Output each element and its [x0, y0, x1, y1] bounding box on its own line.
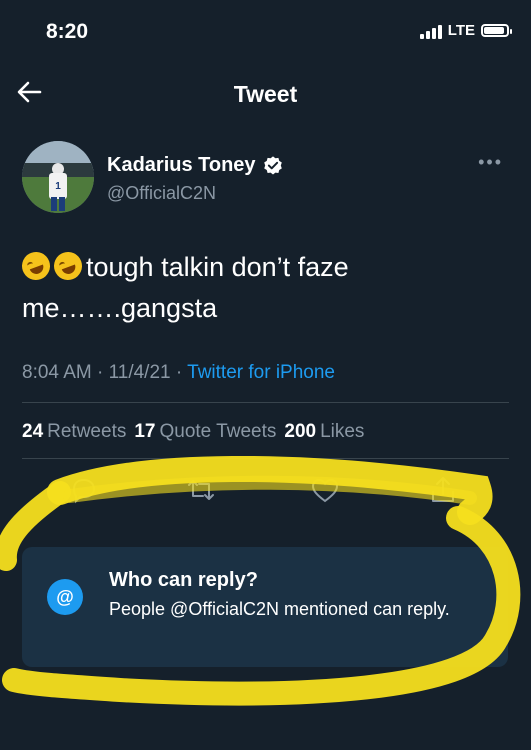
- author-handle[interactable]: @OfficialC2N: [107, 183, 216, 204]
- retweets-count: 24: [22, 421, 44, 442]
- tweet-time[interactable]: 8:04 AM: [22, 362, 92, 383]
- network-label: LTE: [447, 22, 475, 39]
- tweet-action-bar: [22, 470, 509, 510]
- meta-separator: ·: [97, 362, 109, 383]
- svg-text:1: 1: [55, 181, 61, 192]
- battery-icon: [481, 24, 512, 37]
- page-title: Tweet: [233, 81, 298, 107]
- likes-label: Likes: [320, 421, 365, 442]
- quotes-label: Quote Tweets: [159, 421, 277, 442]
- tweet-text: 🤣🤣tough talkin don’t faze me…….gangsta: [18, 247, 492, 329]
- retweet-icon[interactable]: [185, 474, 217, 506]
- emoji-rofl-icon: [50, 248, 86, 284]
- likes-stat[interactable]: 200 Likes: [284, 421, 364, 443]
- at-sign-icon: @: [47, 579, 83, 615]
- who-can-reply-card: @ Who can reply? People @OfficialC2N men…: [22, 547, 508, 667]
- divider: [22, 458, 509, 459]
- author-name[interactable]: Kadarius Toney: [107, 154, 256, 177]
- signal-icon: [419, 23, 442, 39]
- who-can-reply-body: People @OfficialC2N mentioned can reply.: [109, 599, 450, 619]
- meta-separator: ·: [175, 362, 188, 383]
- status-indicators: LTE: [419, 22, 512, 39]
- tweet-meta: 8:04 AM · 11/4/21 · Twitter for iPhone: [22, 362, 335, 384]
- verified-badge-icon: [263, 155, 282, 175]
- status-bar: 8:20 LTE: [0, 0, 531, 62]
- nav-bar: Tweet: [0, 62, 531, 126]
- ellipsis-icon[interactable]: •••: [478, 152, 503, 173]
- reply-icon[interactable]: [68, 474, 100, 506]
- avatar[interactable]: 1: [22, 141, 94, 213]
- retweets-stat[interactable]: 24 Retweets: [22, 421, 126, 443]
- emoji-rofl-icon: [18, 248, 54, 284]
- share-icon[interactable]: [427, 474, 459, 506]
- quotes-stat[interactable]: 17 Quote Tweets: [134, 421, 276, 443]
- tweet-date[interactable]: 11/4/21: [109, 362, 171, 383]
- quotes-count: 17: [134, 421, 156, 442]
- likes-count: 200: [284, 421, 317, 442]
- like-heart-icon[interactable]: [309, 474, 341, 506]
- engagement-stats: 24 Retweets 17 Quote Tweets 200 Likes: [22, 421, 364, 443]
- divider: [22, 402, 509, 403]
- tweet-source-link[interactable]: Twitter for iPhone: [187, 362, 335, 383]
- who-can-reply-title: Who can reply?: [109, 569, 258, 591]
- retweets-label: Retweets: [47, 421, 127, 442]
- status-time: 8:20: [46, 20, 89, 43]
- author-name-row[interactable]: Kadarius Toney: [107, 154, 284, 177]
